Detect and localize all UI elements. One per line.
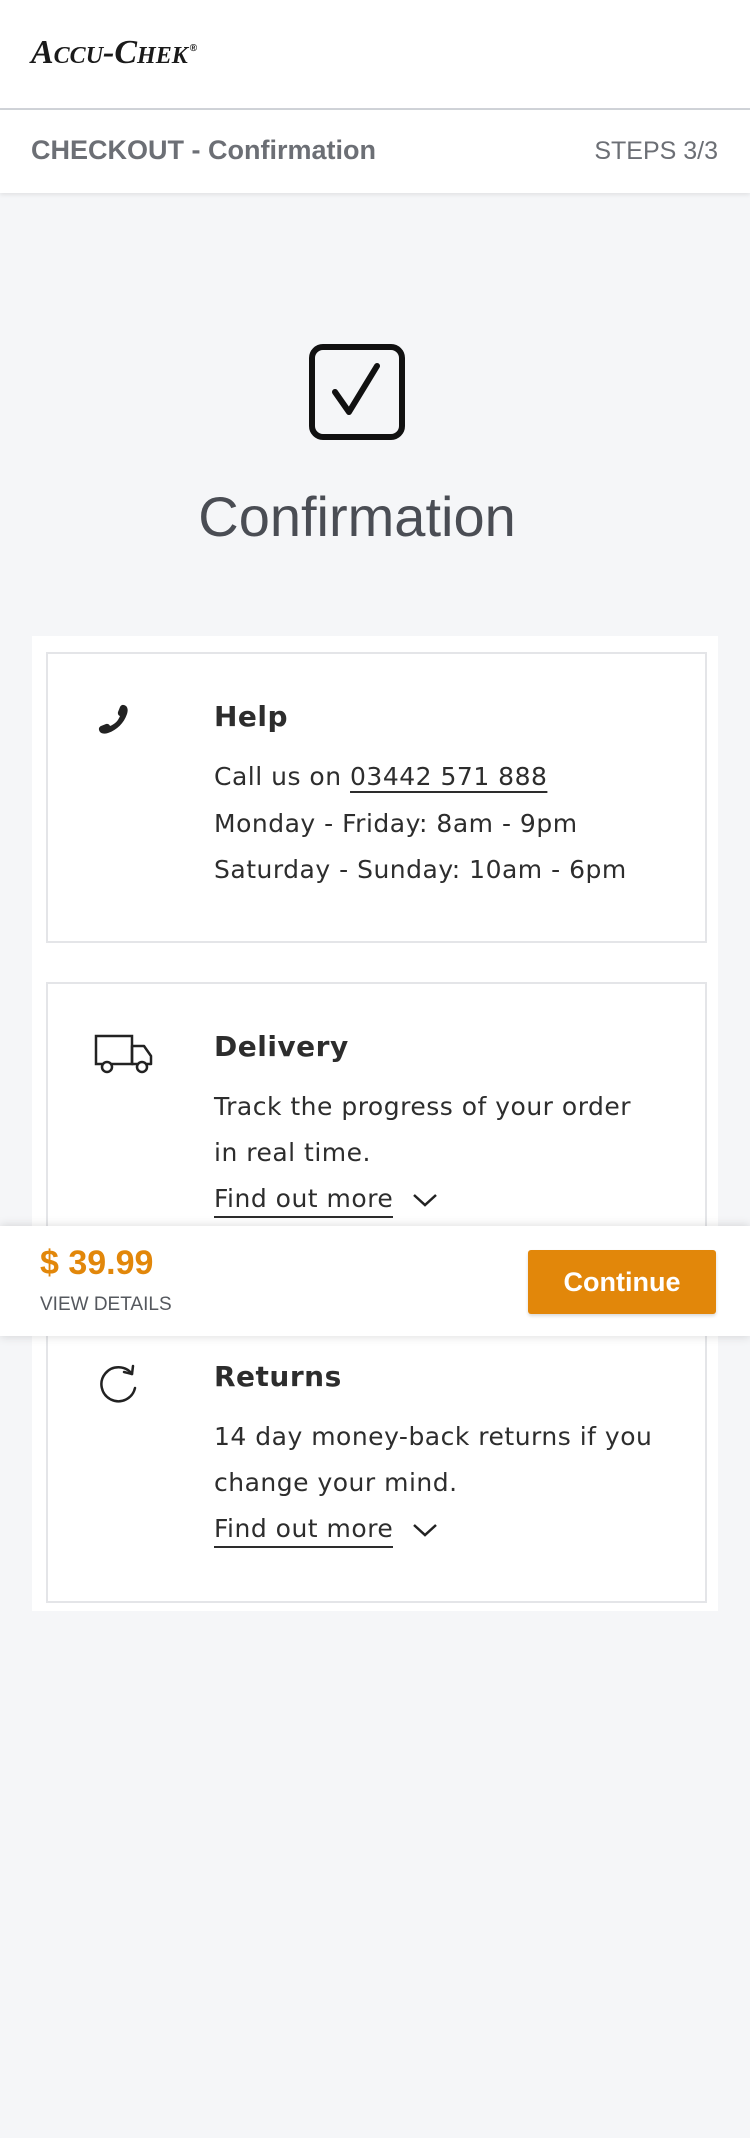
delivery-find-out-more-label: Find out more xyxy=(214,1184,394,1218)
confirmation-title: Confirmation xyxy=(198,485,516,548)
logo-text: Accu-Chek xyxy=(31,34,188,71)
returns-heading: Returns xyxy=(214,1360,342,1393)
phone-icon xyxy=(96,702,130,740)
truck-icon xyxy=(94,1032,154,1078)
checkout-title: CHECKOUT - Confirmation xyxy=(31,135,376,165)
returns-text-line2: change your mind. xyxy=(214,1468,458,1497)
delivery-heading: Delivery xyxy=(214,1030,349,1063)
refresh-icon xyxy=(96,1362,140,1410)
returns-find-out-more-label: Find out more xyxy=(214,1514,394,1548)
help-heading: Help xyxy=(214,700,289,733)
returns-card: Returns 14 day money-back returns if you… xyxy=(46,1312,707,1603)
checkbox-checked-icon xyxy=(309,344,405,440)
order-total-price: $ 39.99 xyxy=(40,1244,154,1282)
help-call-prefix: Call us on xyxy=(214,762,351,791)
delivery-text-line2: in real time. xyxy=(214,1138,371,1167)
returns-find-out-more-link[interactable]: Find out more xyxy=(214,1514,438,1548)
continue-button[interactable]: Continue xyxy=(528,1250,716,1314)
delivery-text-line1: Track the progress of your order xyxy=(214,1092,632,1121)
help-card: Help Call us on 03442 571 888 Monday - F… xyxy=(46,652,707,943)
registered-mark: ® xyxy=(189,42,198,54)
chevron-down-icon xyxy=(412,1524,437,1537)
returns-text-line1: 14 day money-back returns if you xyxy=(214,1422,653,1451)
help-call-line: Call us on 03442 571 888 xyxy=(214,762,547,791)
checkout-steps: STEPS 3/3 xyxy=(594,137,718,165)
help-hours-weekend: Saturday - Sunday: 10am - 6pm xyxy=(214,855,627,884)
chevron-down-icon xyxy=(412,1194,437,1207)
order-summary-bar: $ 39.99 VIEW DETAILS Continue xyxy=(0,1226,750,1336)
accu-chek-logo[interactable]: Accu-Chek ® xyxy=(31,34,197,72)
top-header: Accu-Chek ® xyxy=(0,0,750,110)
phone-number-link[interactable]: 03442 571 888 xyxy=(350,762,547,791)
view-details-link[interactable]: VIEW DETAILS xyxy=(40,1294,172,1316)
help-hours-weekday: Monday - Friday: 8am - 9pm xyxy=(214,809,578,838)
checkout-bar: CHECKOUT - Confirmation STEPS 3/3 xyxy=(0,110,750,193)
delivery-find-out-more-link[interactable]: Find out more xyxy=(214,1184,438,1218)
